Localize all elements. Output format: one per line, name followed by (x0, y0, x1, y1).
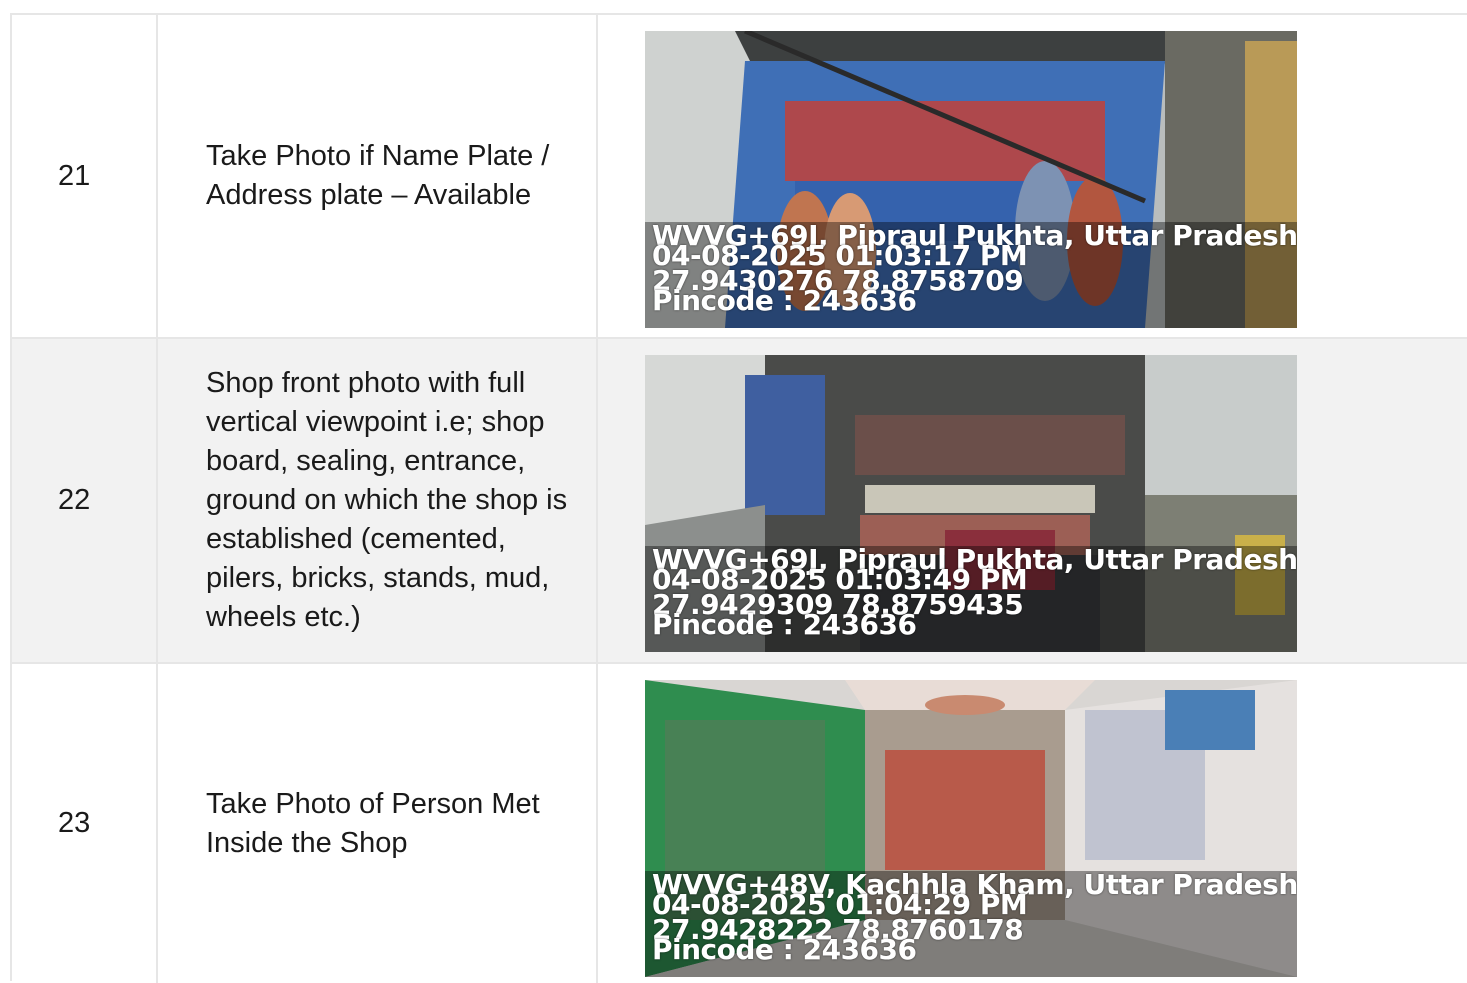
geotag-stamp: WVVG+69J, Pipraul Pukhta, Uttar Pradesh … (645, 546, 1297, 652)
row-description: Take Photo if Name Plate / Address plate… (206, 140, 550, 211)
photo-checklist-table: 21 Take Photo if Name Plate / Address pl… (10, 13, 1467, 983)
geotag-stamp: WVVG+48V, Kachhla Kham, Uttar Pradesh 24… (645, 871, 1297, 977)
table-row: 23 Take Photo of Person Met Inside the S… (12, 664, 1467, 983)
row-description-cell: Take Photo of Person Met Inside the Shop (158, 664, 598, 983)
name-plate-photo[interactable]: WVVG+69J, Pipraul Pukhta, Uttar Pradesh … (645, 31, 1297, 328)
row-description-cell: Take Photo if Name Plate / Address plate… (158, 15, 598, 337)
row-description: Shop front photo with full vertical view… (206, 367, 568, 633)
row-number: 22 (58, 484, 91, 516)
column-divider (596, 15, 598, 983)
row-description-cell: Shop front photo with full vertical view… (158, 339, 598, 662)
shop-front-photo[interactable]: WVVG+69J, Pipraul Pukhta, Uttar Pradesh … (645, 355, 1297, 652)
column-divider (156, 15, 158, 983)
row-description: Take Photo of Person Met Inside the Shop (206, 787, 540, 859)
stamp-pincode: Pincode : 243636 (652, 284, 917, 317)
row-number: 21 (58, 159, 91, 192)
geotag-stamp: WVVG+69J, Pipraul Pukhta, Uttar Pradesh … (645, 222, 1297, 328)
stamp-pincode: Pincode : 243636 (652, 933, 917, 966)
table-row: 21 Take Photo if Name Plate / Address pl… (12, 15, 1467, 339)
stamp-pincode: Pincode : 243636 (652, 608, 917, 641)
shop-interior-photo[interactable]: WVVG+48V, Kachhla Kham, Uttar Pradesh 24… (645, 680, 1297, 977)
row-number: 23 (58, 807, 91, 839)
table-row: 22 Shop front photo with full vertical v… (12, 339, 1467, 664)
